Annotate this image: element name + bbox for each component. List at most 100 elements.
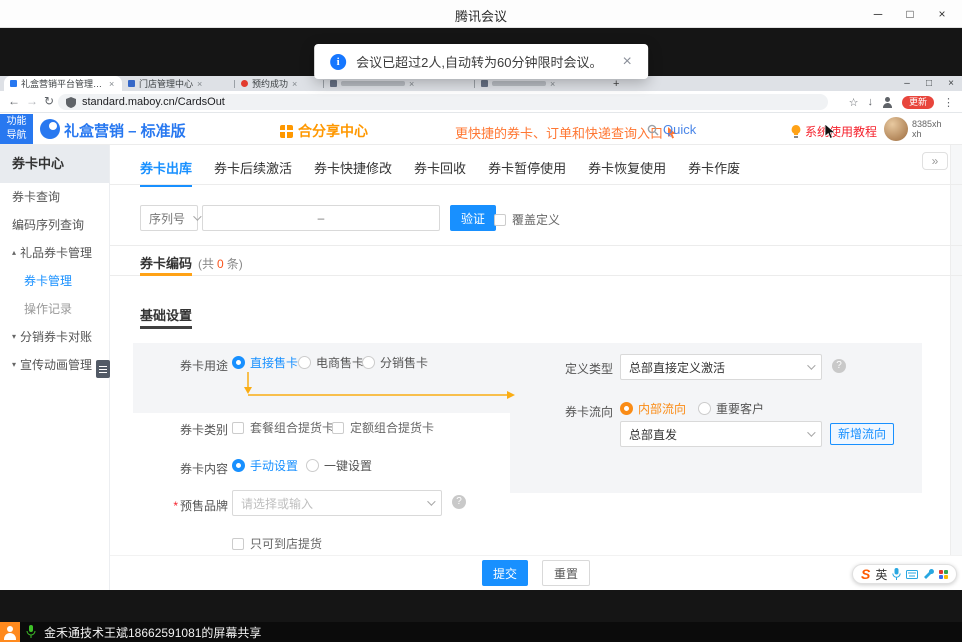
maximize-icon[interactable]: □: [894, 0, 926, 28]
quick-search[interactable]: Quick: [647, 122, 696, 137]
add-flow-button[interactable]: 新增流向: [830, 423, 894, 445]
radio-direct-sale[interactable]: 直接售卡: [232, 354, 298, 371]
browser-addressbar: ← → ↻ standard.maboy.cn/CardsOut ☆ ↓ 更新 …: [0, 91, 962, 113]
tab-card-resume[interactable]: 券卡恢复使用: [588, 158, 666, 187]
define-type-select[interactable]: 总部直接定义激活: [620, 354, 822, 380]
ime-panel-icon[interactable]: [939, 570, 948, 579]
flow-select[interactable]: 总部直发: [620, 421, 822, 447]
close-icon[interactable]: ×: [926, 0, 958, 28]
radio-distribution-sale[interactable]: 分销售卡: [362, 354, 428, 371]
content-tabs: 券卡出库 券卡后续激活 券卡快捷修改 券卡回收 券卡暂停使用 券卡恢复使用 券卡…: [140, 158, 762, 187]
radio-label: 直接售卡: [250, 354, 298, 371]
help-icon[interactable]: ?: [832, 359, 846, 373]
tab-card-suspend[interactable]: 券卡暂停使用: [488, 158, 566, 187]
browser-tab[interactable]: 预约成功 ×: [235, 76, 323, 91]
browser-tab[interactable]: 门店管理中心 ×: [122, 76, 234, 91]
reset-button[interactable]: 重置: [542, 560, 590, 586]
sidebar-group-gift-card-mgmt[interactable]: ▴ 礼品券卡管理: [0, 239, 109, 267]
tab-card-recycle[interactable]: 券卡回收: [414, 158, 466, 187]
sidebar-item-card-query[interactable]: 券卡查询: [0, 183, 109, 211]
ime-mic-icon[interactable]: [892, 568, 901, 580]
forward-icon[interactable]: →: [26, 94, 38, 108]
ime-keyboard-icon[interactable]: [906, 570, 918, 579]
sidebar-group-distribution-reconcile[interactable]: ▾ 分销券卡对账: [0, 323, 109, 351]
sidebar-item-label: 券卡查询: [12, 183, 60, 211]
basic-settings-underline: [140, 326, 192, 329]
checkbox-store-pickup-only[interactable]: 只可到店提货: [232, 535, 322, 552]
tab-favicon: [330, 80, 337, 87]
browser-minimize-icon[interactable]: –: [896, 76, 918, 91]
bookmark-star-icon[interactable]: ☆: [849, 96, 859, 109]
sidebar-item-card-mgmt[interactable]: 券卡管理: [0, 267, 109, 295]
checkbox-fixed-combo[interactable]: 定额组合提货卡: [332, 419, 434, 436]
radio-ecommerce-sale[interactable]: 电商售卡: [298, 354, 364, 371]
share-center-link[interactable]: 合分享中心: [280, 121, 368, 141]
browser-maximize-icon[interactable]: □: [918, 76, 940, 91]
sidebar-item-operation-log[interactable]: 操作记录: [0, 295, 109, 323]
define-type-value: 总部直接定义激活: [629, 359, 725, 376]
toast-message: 会议已超过2人,自动转为60分钟限时会议。: [356, 52, 602, 71]
new-tab-icon[interactable]: +: [613, 78, 619, 90]
radio-internal-flow[interactable]: 内部流向: [620, 400, 686, 417]
tab-close-icon[interactable]: ×: [292, 79, 297, 89]
tab-close-icon[interactable]: ×: [109, 79, 114, 89]
main-content: » 券卡出库 券卡后续激活 券卡快捷修改 券卡回收 券卡暂停使用 券卡恢复使用 …: [110, 145, 962, 590]
window-controls: ─ □ ×: [862, 0, 958, 28]
tab-card-quick-edit[interactable]: 券卡快捷修改: [314, 158, 392, 187]
panel-collapse-button[interactable]: »: [922, 152, 948, 170]
tab-card-activate[interactable]: 券卡后续激活: [214, 158, 292, 187]
minimize-icon[interactable]: ─: [862, 0, 894, 28]
browser-menu-icon[interactable]: ⋮: [943, 96, 954, 109]
ime-toolbar[interactable]: S 英: [852, 564, 957, 584]
help-icon[interactable]: ?: [452, 495, 466, 509]
brand-label-text: 预售品牌: [180, 499, 228, 513]
share-status-text: 金禾通技术王斌18662591081的屏幕共享: [44, 624, 261, 641]
url-bar[interactable]: standard.maboy.cn/CardsOut: [58, 94, 828, 110]
sharer-avatar-icon[interactable]: [0, 622, 20, 642]
code-section-title: 券卡编码(共0条): [140, 253, 243, 272]
radio-one-click-setup[interactable]: 一键设置: [306, 457, 372, 474]
count-value: 0: [217, 257, 224, 271]
ime-logo-icon[interactable]: S: [861, 565, 870, 583]
radio-vip-customer[interactable]: 重要客户: [698, 400, 764, 417]
nav-toggle-button[interactable]: 功能 导航: [0, 114, 33, 144]
sidebar-item-code-sequence-query[interactable]: 编码序列查询: [0, 211, 109, 239]
sidebar-group-promo-animation[interactable]: ▾ 宣传动画管理: [0, 351, 109, 379]
tab-close-icon[interactable]: ×: [409, 79, 414, 89]
back-icon[interactable]: ←: [8, 94, 20, 108]
scrollbar[interactable]: [950, 145, 962, 590]
checkbox-label: 套餐组合提货卡: [250, 419, 334, 436]
download-icon[interactable]: ↓: [867, 96, 873, 108]
ime-tools-icon[interactable]: [923, 569, 934, 580]
ime-language-toggle[interactable]: 英: [875, 566, 887, 583]
code-section-label: 券卡编码: [140, 256, 192, 271]
chevron-down-icon: [807, 428, 815, 436]
user-name-line1: 8385xh: [912, 119, 942, 129]
browser-update-button[interactable]: 更新: [902, 96, 934, 109]
tab-card-outbound[interactable]: 券卡出库: [140, 158, 192, 187]
promo-link[interactable]: 更快捷的券卡、订单和快递查询入口: [455, 123, 677, 142]
serial-range-input[interactable]: [202, 205, 440, 231]
checkbox-package-combo[interactable]: 套餐组合提货卡: [232, 419, 334, 436]
url-text: standard.maboy.cn/CardsOut: [82, 96, 225, 108]
checkbox-icon: [232, 538, 244, 550]
radio-manual-setup[interactable]: 手动设置: [232, 457, 298, 474]
tab-close-icon[interactable]: ×: [197, 79, 202, 89]
tab-card-void[interactable]: 券卡作废: [688, 158, 740, 187]
profile-icon[interactable]: [882, 97, 893, 108]
submit-button[interactable]: 提交: [482, 560, 528, 586]
toast-close-icon[interactable]: ×: [622, 55, 631, 69]
sidebar-item-label: 操作记录: [24, 295, 72, 323]
browser-tab-active[interactable]: 礼盒营销平台管理中心 ×: [4, 76, 122, 91]
microphone-icon[interactable]: [26, 625, 36, 639]
brand-select[interactable]: 请选择或输入: [232, 490, 442, 516]
user-avatar[interactable]: [884, 117, 908, 141]
serial-type-select[interactable]: 序列号: [140, 205, 198, 231]
sidebar-collapse-handle[interactable]: [96, 360, 110, 378]
refresh-icon[interactable]: ↻: [44, 94, 54, 108]
tab-close-icon[interactable]: ×: [550, 79, 555, 89]
override-checkbox[interactable]: 覆盖定义: [494, 211, 560, 228]
app-topnav: 功能 导航 礼盒营销 – 标准版 合分享中心 更快捷的券卡、订单和快递查询入口 …: [0, 113, 962, 145]
browser-close-icon[interactable]: ×: [940, 76, 962, 91]
verify-button[interactable]: 验证: [450, 205, 496, 231]
